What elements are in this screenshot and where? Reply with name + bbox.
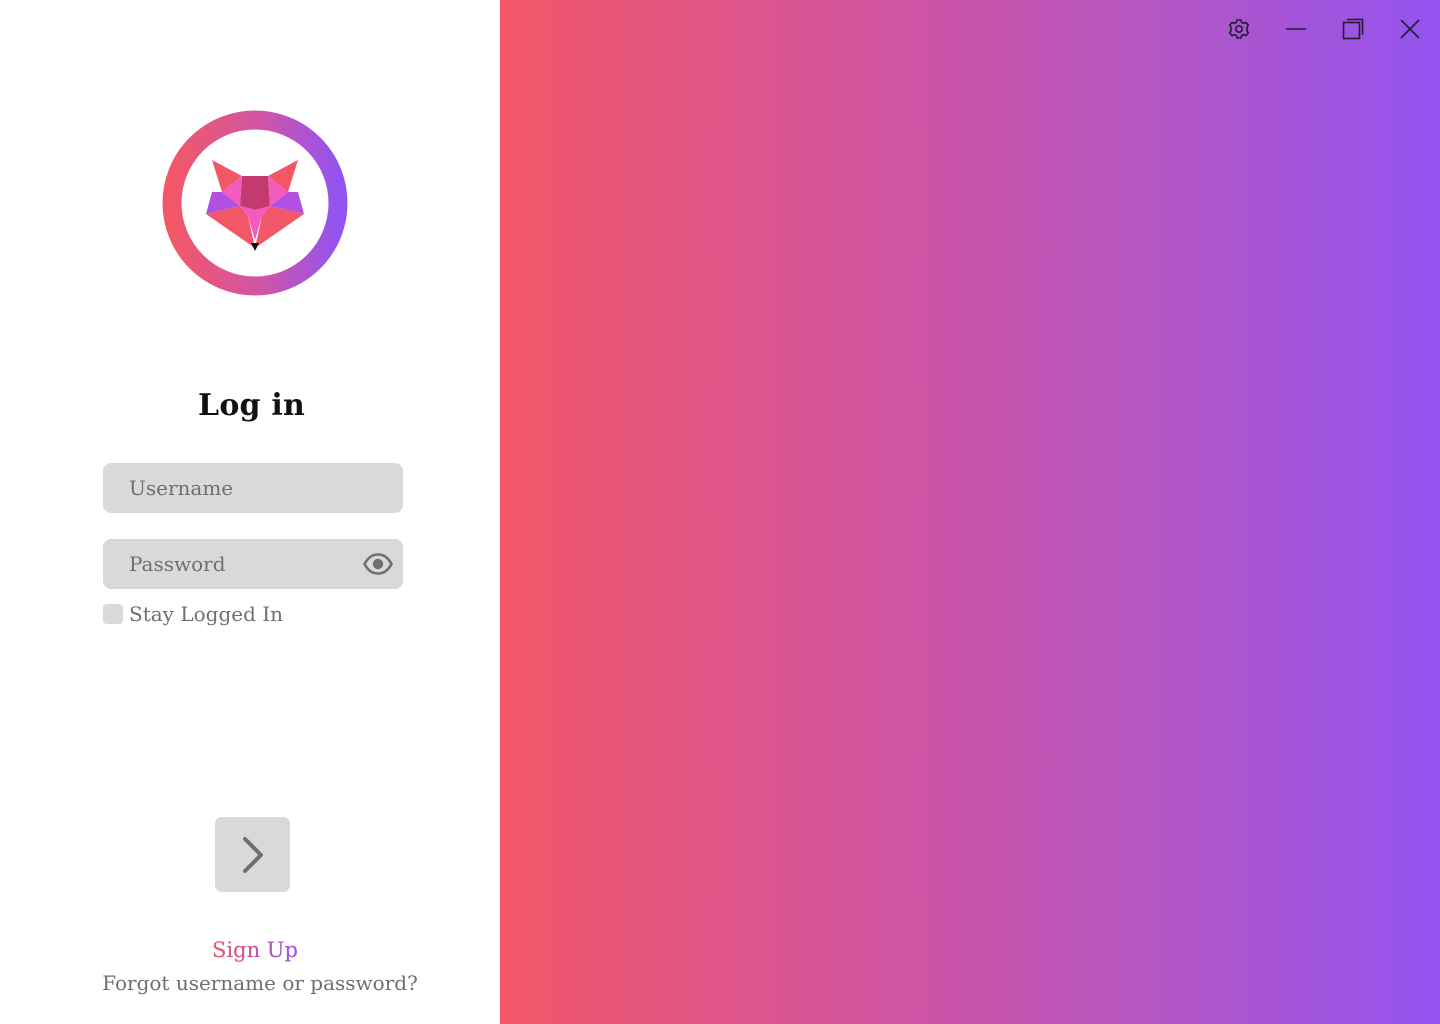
gear-icon — [1228, 19, 1250, 39]
login-panel: Log in Stay Logged In Sign Up — [0, 0, 500, 1024]
minimize-button[interactable] — [1279, 12, 1313, 46]
close-icon — [1400, 19, 1420, 39]
close-button[interactable] — [1393, 12, 1427, 46]
chevron-right-icon — [243, 837, 263, 873]
password-field[interactable] — [103, 539, 403, 589]
stay-logged-in-checkbox[interactable] — [103, 604, 123, 624]
maximize-button[interactable] — [1336, 12, 1370, 46]
settings-button[interactable] — [1222, 12, 1256, 46]
eye-icon[interactable] — [363, 549, 393, 579]
restore-icon — [1342, 18, 1364, 40]
username-field[interactable] — [103, 463, 403, 513]
stay-logged-in-label: Stay Logged In — [129, 602, 284, 626]
sign-up-label: Sign Up — [212, 938, 298, 962]
username-input[interactable] — [103, 463, 403, 513]
login-window: Log in Stay Logged In Sign Up — [0, 0, 1440, 1024]
sign-up-link[interactable]: Sign Up — [0, 938, 510, 962]
stay-logged-in-toggle[interactable]: Stay Logged In — [103, 601, 283, 627]
page-title: Log in — [198, 388, 305, 423]
gradient-banner — [500, 0, 1440, 1024]
password-input[interactable] — [103, 539, 403, 589]
forgot-credentials-link[interactable]: Forgot username or password? — [0, 971, 520, 995]
fox-logo-icon — [162, 110, 348, 296]
minimize-icon — [1286, 28, 1306, 30]
login-submit-button[interactable] — [215, 817, 290, 892]
